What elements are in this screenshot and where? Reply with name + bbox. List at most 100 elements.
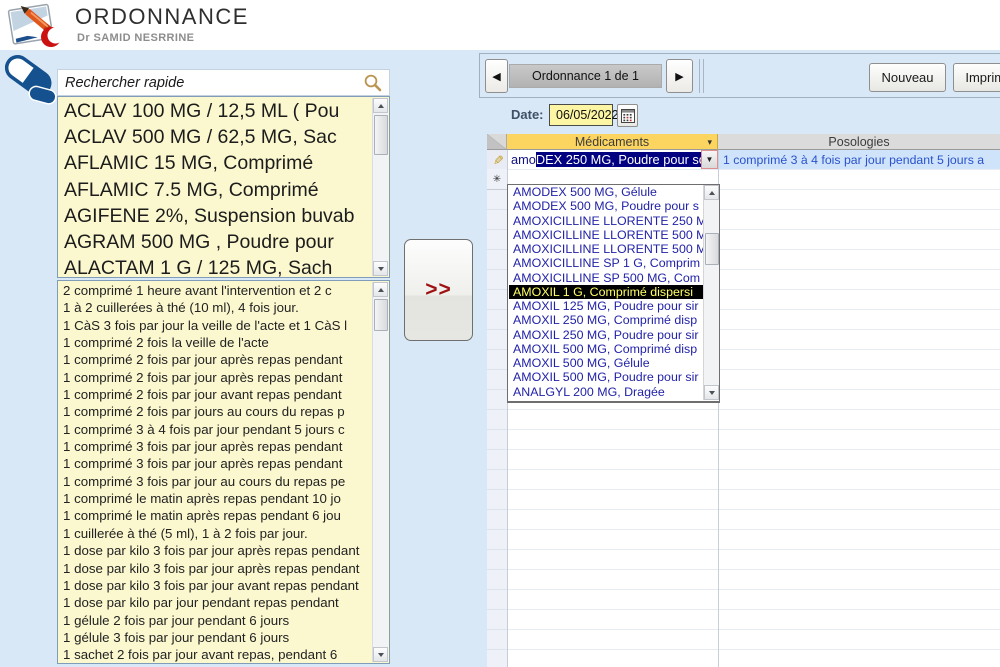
table-corner-cell[interactable] bbox=[487, 134, 507, 150]
row-selector-strip bbox=[487, 150, 508, 667]
combobox-dropdown-button[interactable]: ▼ bbox=[701, 150, 718, 169]
dropdown-item[interactable]: AMOXIL 125 MG, Poudre pour sir bbox=[509, 299, 703, 313]
column-header-label: Posologies bbox=[828, 135, 889, 149]
scroll-down-icon[interactable] bbox=[373, 261, 388, 276]
posology-list-item[interactable]: 1 cuillerée à thé (5 ml), 1 à 2 fois par… bbox=[58, 525, 373, 542]
posology-list-item[interactable]: 1 comprimé 3 à 4 fois par jour pendant 5… bbox=[58, 421, 373, 438]
table-body: ✎ amoDEX 250 MG, Poudre pour so ▼ 1 comp… bbox=[487, 150, 1000, 667]
dropdown-item[interactable]: AMOXIL 500 MG, Comprimé disp bbox=[509, 342, 703, 356]
dropdown-item[interactable]: AMOXIL 1 G, Comprimé dispersi bbox=[509, 285, 703, 299]
new-row-icon: ✳ bbox=[493, 174, 501, 185]
print-button[interactable]: Imprimer bbox=[953, 63, 1000, 92]
filter-arrow-icon[interactable]: ▾ bbox=[707, 137, 712, 148]
posology-list-item[interactable]: 1 gélule 3 fois par jour pendant 6 jours bbox=[58, 629, 373, 646]
posology-cell[interactable]: 1 comprimé 3 à 4 fois par jour pendant 5… bbox=[719, 150, 1000, 169]
column-header-posologies[interactable]: Posologies bbox=[718, 134, 1000, 150]
next-arrow-icon: ▶ bbox=[675, 70, 683, 83]
posology-list-item[interactable]: 1 dose par kilo 3 fois par jour après re… bbox=[58, 560, 373, 577]
toolbar-separator bbox=[703, 59, 704, 93]
scroll-down-icon[interactable] bbox=[704, 385, 719, 400]
posology-list-item[interactable]: 1 comprimé 3 fois par jour après repas p… bbox=[58, 455, 373, 472]
dropdown-item[interactable]: AMOXICILLINE LLORENTE 500 M bbox=[509, 228, 703, 242]
previous-record-button[interactable]: ◀ bbox=[485, 59, 508, 93]
dropdown-item[interactable]: AMOXICILLINE LLORENTE 500 M bbox=[509, 242, 703, 256]
dropdown-item[interactable]: AMODEX 500 MG, Gélule bbox=[509, 185, 703, 199]
dropdown-item[interactable]: AMOXIL 250 MG, Comprimé disp bbox=[509, 313, 703, 327]
app-header: ORDONNANCE Dr SAMID NESRRINE bbox=[0, 0, 1000, 50]
posology-list-item[interactable]: 1 dose par kilo 3 fois par jour après re… bbox=[58, 542, 373, 559]
posologies-items: 2 comprimé 1 heure avant l'intervention … bbox=[58, 282, 373, 663]
date-label: Date: bbox=[511, 107, 544, 122]
medications-scrollbar[interactable] bbox=[372, 98, 388, 276]
column-header-label: Médicaments bbox=[575, 135, 649, 149]
medication-list-item[interactable]: ALACTAM 1 G / 125 MG, Sach bbox=[58, 255, 373, 277]
posology-list-item[interactable]: 1 sachet 2 fois par jour avant repas, pe… bbox=[58, 646, 373, 663]
posology-list-item[interactable]: 1 gélule 2 fois par jour pendant 6 jours bbox=[58, 612, 373, 629]
posology-list-item[interactable]: 1 dose par kilo par jour pendant repas p… bbox=[58, 594, 373, 611]
medications-items: ACLAV 100 MG / 12,5 ML ( PouACLAV 500 MG… bbox=[58, 98, 373, 277]
medication-list-item[interactable]: AGIFENE 2%, Suspension buvab bbox=[58, 203, 373, 229]
next-record-button[interactable]: ▶ bbox=[666, 59, 693, 93]
prescription-table: Médicaments ▾ Posologies ✎ amoDEX 250 MG… bbox=[487, 134, 1000, 667]
search-icon[interactable] bbox=[363, 73, 383, 93]
medication-list-item[interactable]: ACLAV 100 MG / 12,5 ML ( Pou bbox=[58, 98, 373, 124]
new-button[interactable]: Nouveau bbox=[869, 63, 946, 92]
dropdown-item[interactable]: AMOXIL 250 MG, Poudre pour sir bbox=[509, 328, 703, 342]
record-position-label: Ordonnance 1 de 1 bbox=[509, 64, 662, 88]
posology-list-item[interactable]: 1 comprimé 2 fois par jour avant repas p… bbox=[58, 386, 373, 403]
scroll-down-icon[interactable] bbox=[373, 647, 388, 662]
scroll-up-icon[interactable] bbox=[373, 98, 388, 113]
dropdown-item[interactable]: AMOXIL 500 MG, Gélule bbox=[509, 356, 703, 370]
posology-list-item[interactable]: 1 à 2 cuillerées à thé (10 ml), 4 fois j… bbox=[58, 299, 373, 316]
combo-arrow-icon: ▼ bbox=[706, 155, 714, 164]
scroll-thumb[interactable] bbox=[374, 299, 388, 331]
doctor-name: Dr SAMID NESRRINE bbox=[77, 32, 194, 44]
posology-list-item[interactable]: 1 comprimé 2 fois la veille de l'acte bbox=[58, 334, 373, 351]
posology-list-item[interactable]: 1 comprimé 2 fois par jour après repas p… bbox=[58, 369, 373, 386]
posology-list-item[interactable]: 2 comprimé 1 heure avant l'intervention … bbox=[58, 282, 373, 299]
dropdown-item[interactable]: ANALGYL 200 MG, Dragée bbox=[509, 385, 703, 399]
medication-dropdown: AMODEX 500 MG, GéluleAMODEX 500 MG, Poud… bbox=[507, 184, 720, 403]
row-selector-editing[interactable]: ✎ bbox=[487, 150, 508, 170]
search-input[interactable] bbox=[58, 75, 363, 91]
edit-pencil-icon: ✎ bbox=[489, 154, 505, 165]
calendar-button[interactable] bbox=[617, 104, 638, 127]
scroll-up-icon[interactable] bbox=[704, 185, 719, 200]
posology-list-item[interactable]: 1 comprimé 3 fois par jour au cours du r… bbox=[58, 473, 373, 490]
posology-list-item[interactable]: 1 comprimé le matin après repas pendant … bbox=[58, 490, 373, 507]
posology-list-item[interactable]: 1 CàS 3 fois par jour la veille de l'act… bbox=[58, 317, 373, 334]
transfer-button[interactable]: >> bbox=[404, 239, 473, 341]
posology-list-item[interactable]: 1 comprimé 2 fois par jour après repas p… bbox=[58, 351, 373, 368]
dropdown-item[interactable]: AMODEX 500 MG, Poudre pour s bbox=[509, 199, 703, 213]
dropdown-item[interactable]: AMOXICILLINE LLORENTE 250 M bbox=[509, 214, 703, 228]
medications-listbox: ACLAV 100 MG / 12,5 ML ( PouACLAV 500 MG… bbox=[57, 96, 390, 278]
scroll-thumb[interactable] bbox=[705, 233, 719, 265]
medication-list-item[interactable]: AFLAMIC 7.5 MG, Comprimé bbox=[58, 177, 373, 203]
autocomplete-selection: DEX 250 MG, Poudre pour so bbox=[536, 152, 704, 167]
posologies-scrollbar[interactable] bbox=[372, 282, 388, 662]
medication-list-item[interactable]: ACLAV 500 MG / 62,5 MG, Sac bbox=[58, 124, 373, 150]
dropdown-item[interactable]: AMOXIL 500 MG, Poudre pour sir bbox=[509, 370, 703, 384]
posology-list-item[interactable]: 1 dose par kilo 3 fois par jour avant re… bbox=[58, 577, 373, 594]
page-title: ORDONNANCE bbox=[75, 4, 249, 30]
dropdown-scrollbar[interactable] bbox=[703, 185, 719, 400]
toolbar-separator bbox=[699, 59, 700, 93]
app-logo-icon bbox=[6, 2, 68, 49]
column-header-medicaments[interactable]: Médicaments ▾ bbox=[507, 134, 718, 150]
posologies-listbox: 2 comprimé 1 heure avant l'intervention … bbox=[57, 280, 390, 664]
prev-arrow-icon: ◀ bbox=[492, 70, 500, 83]
posology-list-item[interactable]: 1 comprimé 3 fois par jour après repas p… bbox=[58, 438, 373, 455]
posology-list-item[interactable]: 1 comprimé 2 fois par jours au cours du … bbox=[58, 403, 373, 420]
scroll-up-icon[interactable] bbox=[373, 282, 388, 297]
dropdown-item[interactable]: AMOXICILLINE SP 500 MG, Com bbox=[509, 271, 703, 285]
medication-combobox[interactable]: amoDEX 250 MG, Poudre pour so bbox=[508, 150, 704, 169]
record-toolbar: ◀ Ordonnance 1 de 1 ▶ Nouveau Imprimer bbox=[479, 53, 1000, 98]
dropdown-item[interactable]: AMOXICILLINE SP 1 G, Comprim bbox=[509, 256, 703, 270]
medication-list-item[interactable]: AGRAM 500 MG , Poudre pour bbox=[58, 229, 373, 255]
date-input[interactable]: 06/05/2022 bbox=[549, 104, 613, 126]
row-selector-new[interactable]: ✳ bbox=[487, 169, 508, 190]
medication-list-item[interactable]: AFLAMIC 15 MG, Comprimé bbox=[58, 150, 373, 176]
typed-text: amo bbox=[511, 152, 536, 167]
scroll-thumb[interactable] bbox=[374, 115, 388, 155]
posology-list-item[interactable]: 1 comprimé le matin après repas pendant … bbox=[58, 507, 373, 524]
